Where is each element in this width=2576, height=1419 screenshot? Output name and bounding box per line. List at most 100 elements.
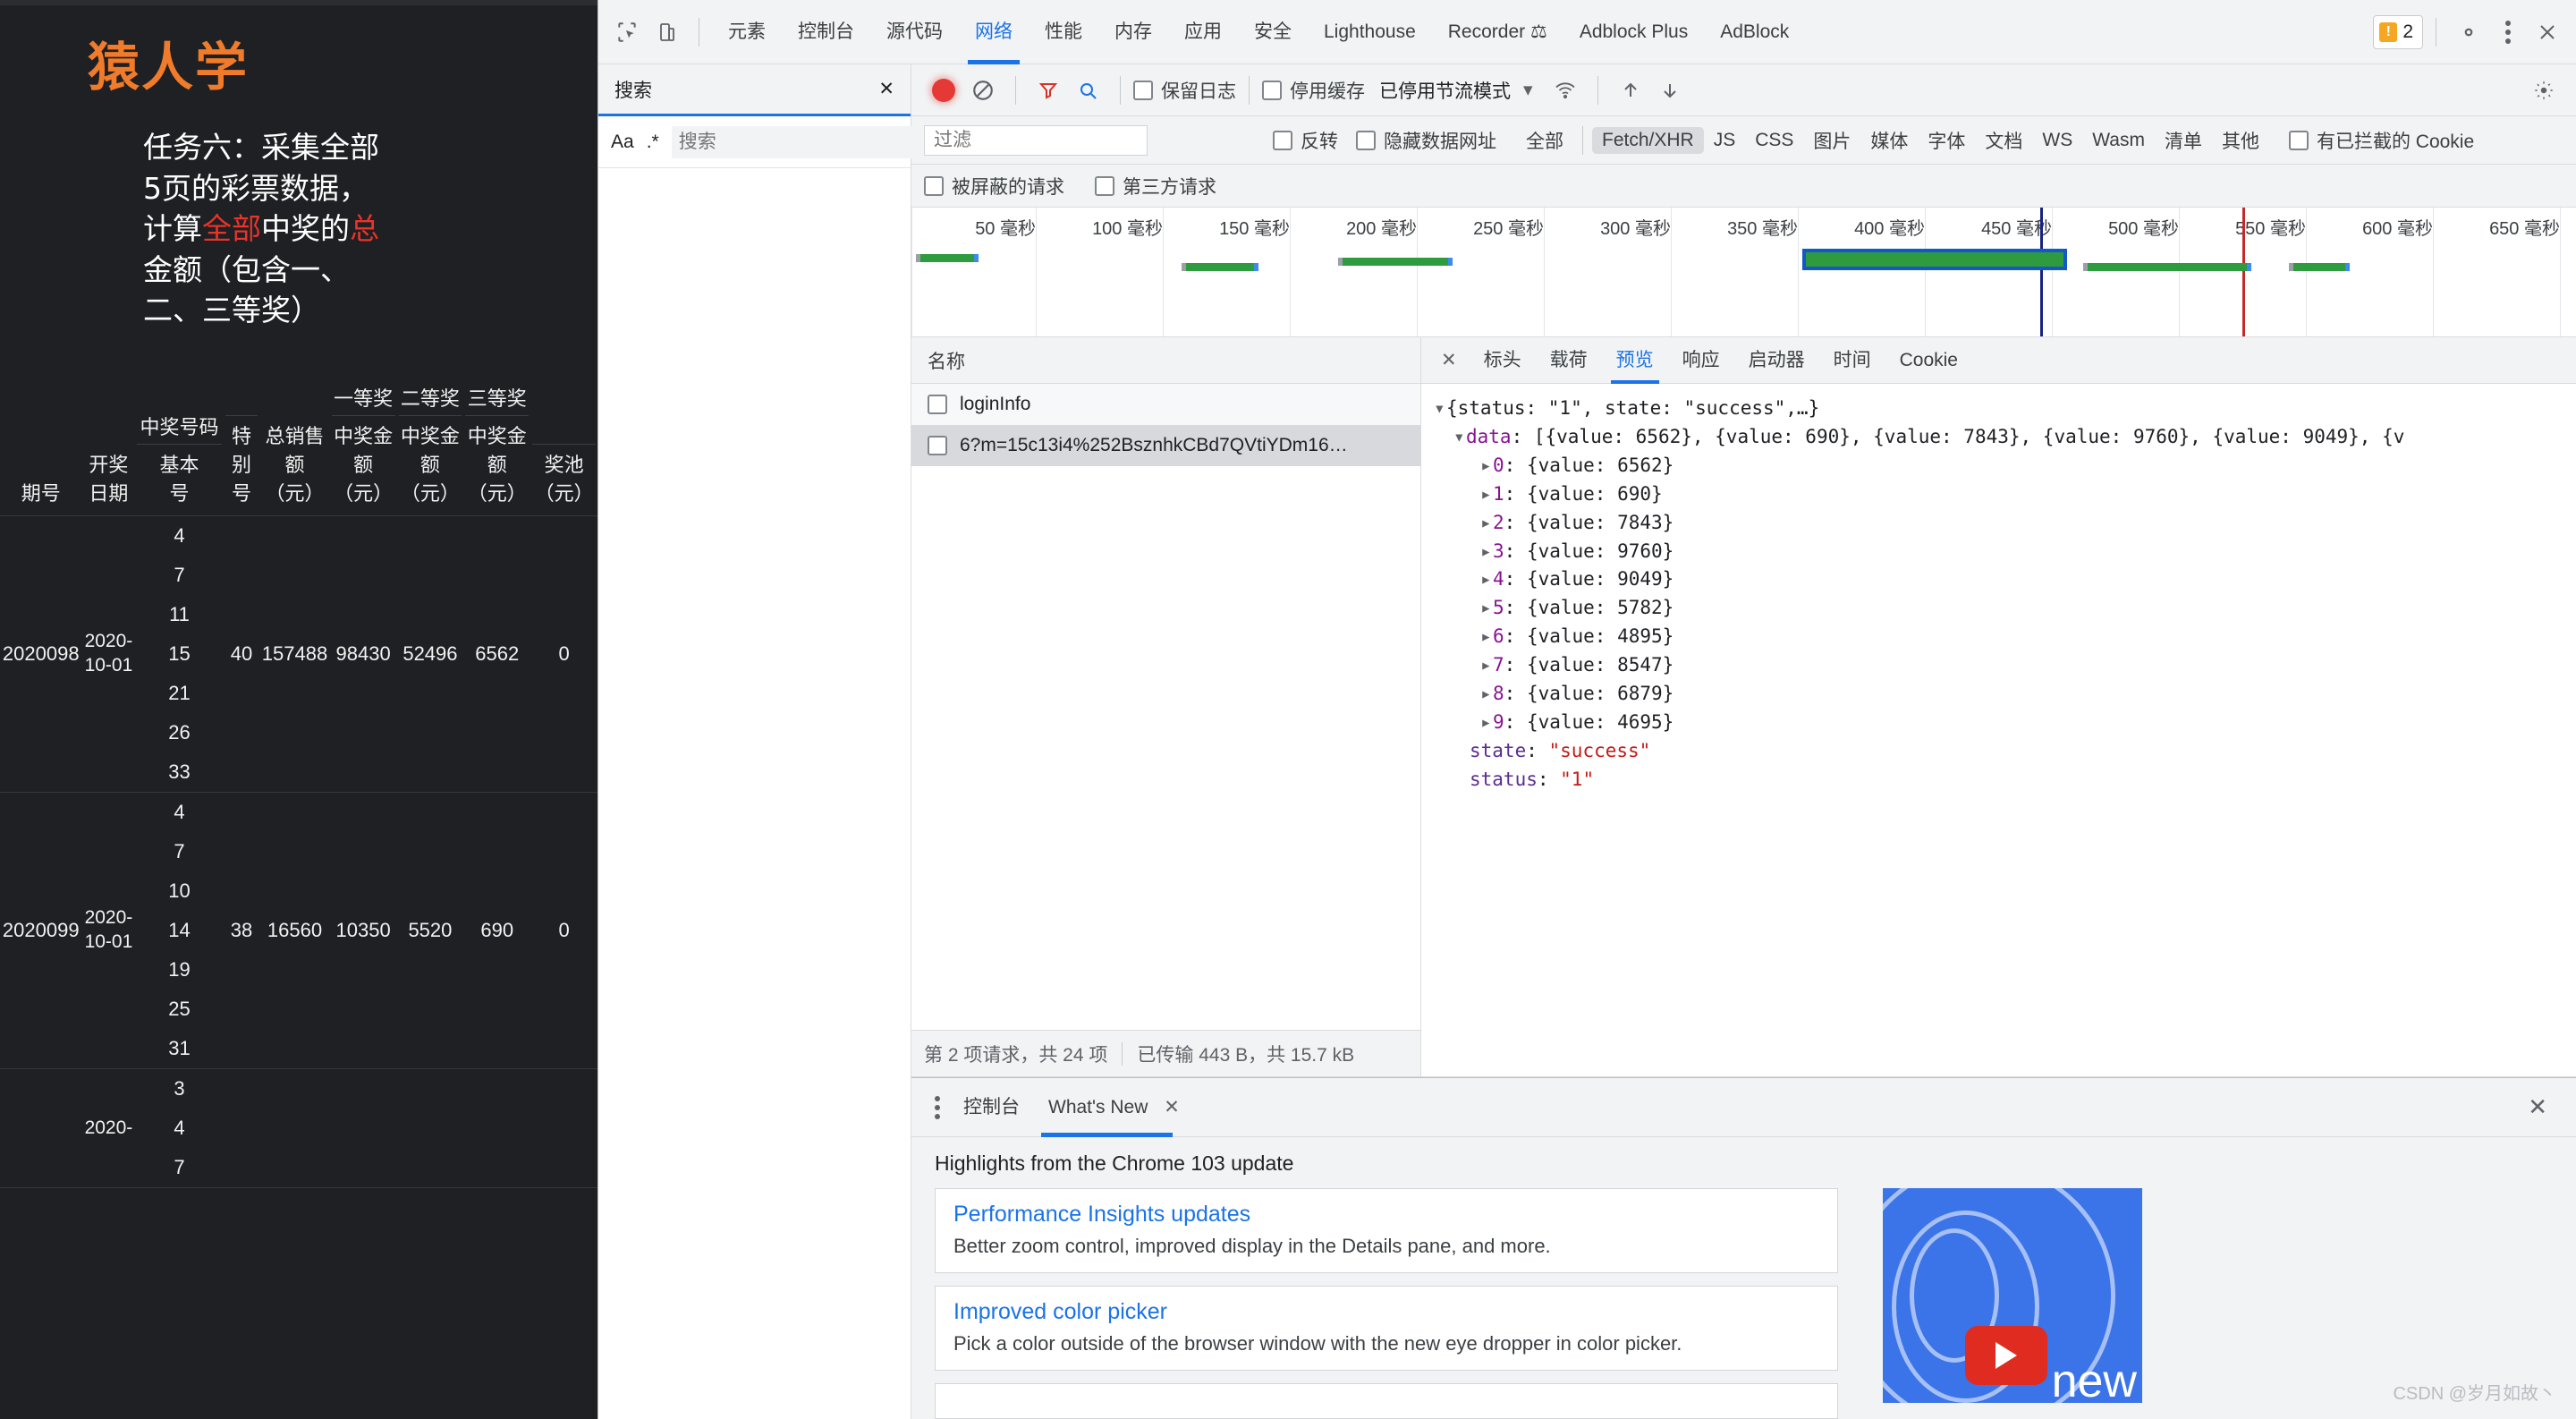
whats-new-card[interactable]: Performance Insights updates Better zoom… <box>935 1188 1838 1273</box>
tab-application[interactable]: 应用 <box>1168 0 1238 64</box>
subtab-timing[interactable]: 时间 <box>1819 337 1885 384</box>
json-array-item[interactable]: 0: {value: 6562} <box>1434 452 2576 480</box>
invert-checkbox[interactable]: 反转 <box>1273 127 1338 154</box>
filter-type-img[interactable]: 图片 <box>1803 124 1860 157</box>
filter-type-css[interactable]: CSS <box>1745 127 1803 154</box>
match-case-icon[interactable]: Aa <box>611 132 634 153</box>
play-button-icon[interactable] <box>1965 1326 2047 1385</box>
network-overview-timeline[interactable]: 50 毫秒 100 毫秒 150 毫秒 200 毫秒 250 毫秒 300 毫秒… <box>911 208 2576 337</box>
import-har-icon[interactable] <box>1611 71 1650 110</box>
filter-type-doc[interactable]: 文档 <box>1975 124 2032 157</box>
whats-new-card[interactable] <box>935 1383 1838 1419</box>
preserve-log-checkbox[interactable]: 保留日志 <box>1133 77 1236 104</box>
filter-type-media[interactable]: 媒体 <box>1860 124 1918 157</box>
disable-cache-checkbox[interactable]: 停用缓存 <box>1262 77 1365 104</box>
tab-performance[interactable]: 性能 <box>1029 0 1098 64</box>
record-button[interactable] <box>924 71 963 110</box>
inspect-element-icon[interactable] <box>607 13 647 52</box>
whats-new-video-thumbnail[interactable]: new <box>1883 1188 2142 1403</box>
tab-recorder[interactable]: Recorder ⚖ <box>1432 0 1563 64</box>
third-party-checkbox[interactable]: 第三方请求 <box>1095 173 1216 200</box>
json-array-item[interactable]: 1: {value: 690} <box>1434 480 2576 509</box>
drawer-tab-whats-new[interactable]: What's New ✕ <box>1034 1078 1194 1137</box>
subtab-response[interactable]: 响应 <box>1668 337 1734 384</box>
tab-memory[interactable]: 内存 <box>1098 0 1168 64</box>
search-input[interactable] <box>672 126 928 158</box>
json-root-line[interactable]: {status: "1", state: "success",…} <box>1434 395 2576 423</box>
json-array-item[interactable]: 5: {value: 5782} <box>1434 594 2576 623</box>
filter-type-js[interactable]: JS <box>1704 127 1746 154</box>
card-title[interactable]: Improved color picker <box>953 1299 1819 1325</box>
subtab-cookies[interactable]: Cookie <box>1885 337 1972 384</box>
json-data-line[interactable]: data: [{value: 6562}, {value: 690}, {val… <box>1434 423 2576 452</box>
drawer-more-icon[interactable] <box>926 1096 949 1119</box>
drawer-tab-close-icon[interactable]: ✕ <box>1164 1097 1180 1117</box>
throttling-label[interactable]: 已停用节流模式 <box>1379 77 1511 104</box>
subtab-preview[interactable]: 预览 <box>1602 337 1668 384</box>
filter-input[interactable] <box>924 125 1148 156</box>
filter-type-other[interactable]: 其他 <box>2212 124 2269 157</box>
tab-security[interactable]: 安全 <box>1238 0 1308 64</box>
preview-json-tree[interactable]: {status: "1", state: "success",…} data: … <box>1421 384 2576 1076</box>
expand-triangle-icon[interactable] <box>1480 480 1493 509</box>
expand-triangle-icon[interactable] <box>1480 565 1493 594</box>
filter-type-wasm[interactable]: Wasm <box>2082 127 2155 154</box>
whats-new-card[interactable]: Improved color picker Pick a color outsi… <box>935 1286 1838 1371</box>
more-vertical-icon[interactable] <box>2488 13 2528 52</box>
expand-triangle-icon[interactable] <box>1480 452 1493 480</box>
json-array-item[interactable]: 4: {value: 9049} <box>1434 565 2576 594</box>
expand-triangle-icon[interactable] <box>1480 709 1493 737</box>
clear-button[interactable] <box>963 71 1003 110</box>
close-icon[interactable] <box>2528 13 2567 52</box>
tab-lighthouse[interactable]: Lighthouse <box>1308 0 1432 64</box>
tab-adblock[interactable]: AdBlock <box>1704 0 1805 64</box>
tab-console[interactable]: 控制台 <box>782 0 870 64</box>
expand-triangle-icon[interactable] <box>1480 623 1493 651</box>
expand-triangle-icon[interactable] <box>1434 395 1446 423</box>
search-panel-close-icon[interactable]: ✕ <box>878 78 894 100</box>
export-har-icon[interactable] <box>1650 71 1690 110</box>
column-header-name[interactable]: 名称 <box>928 347 965 374</box>
device-toolbar-icon[interactable] <box>647 13 686 52</box>
tab-network[interactable]: 网络 <box>959 0 1029 64</box>
detail-close-icon[interactable]: ✕ <box>1428 337 1470 384</box>
hide-data-urls-checkbox[interactable]: 隐藏数据网址 <box>1356 127 1496 154</box>
json-array-item[interactable]: 2: {value: 7843} <box>1434 509 2576 538</box>
drawer-tab-console[interactable]: 控制台 <box>949 1078 1034 1137</box>
expand-triangle-icon[interactable] <box>1480 651 1493 680</box>
expand-triangle-icon[interactable] <box>1453 423 1466 452</box>
tab-sources[interactable]: 源代码 <box>870 0 959 64</box>
chevron-down-icon[interactable]: ▾ <box>1523 79 1533 101</box>
issues-badge[interactable]: 2 <box>2373 15 2423 49</box>
json-array-item[interactable]: 3: {value: 9760} <box>1434 538 2576 566</box>
list-item[interactable]: 6?m=15c13i4%252BsznhkCBd7QVtiYDm16… <box>911 425 1420 466</box>
json-array-item[interactable]: 7: {value: 8547} <box>1434 651 2576 680</box>
expand-triangle-icon[interactable] <box>1480 594 1493 623</box>
filter-icon[interactable] <box>1029 71 1068 110</box>
filter-type-ws[interactable]: WS <box>2032 127 2082 154</box>
json-array-item[interactable]: 6: {value: 4895} <box>1434 623 2576 651</box>
list-item[interactable]: loginInfo <box>911 384 1420 425</box>
filter-type-all[interactable]: 全部 <box>1516 124 1573 157</box>
subtab-initiator[interactable]: 启动器 <box>1734 337 1819 384</box>
network-settings-icon[interactable] <box>2524 71 2563 110</box>
regex-icon[interactable]: .* <box>647 132 659 153</box>
tab-elements[interactable]: 元素 <box>712 0 782 64</box>
expand-triangle-icon[interactable] <box>1480 538 1493 566</box>
filter-type-font[interactable]: 字体 <box>1918 124 1975 157</box>
expand-triangle-icon[interactable] <box>1480 680 1493 709</box>
expand-triangle-icon[interactable] <box>1480 509 1493 538</box>
network-conditions-icon[interactable] <box>1546 71 1585 110</box>
drawer-close-icon[interactable]: ✕ <box>2513 1093 2562 1121</box>
card-title[interactable]: Performance Insights updates <box>953 1202 1819 1228</box>
search-icon[interactable] <box>1068 71 1107 110</box>
subtab-payload[interactable]: 载荷 <box>1536 337 1602 384</box>
gear-icon[interactable] <box>2449 13 2488 52</box>
json-array-item[interactable]: 9: {value: 4695} <box>1434 709 2576 737</box>
tab-adblock-plus[interactable]: Adblock Plus <box>1563 0 1704 64</box>
blocked-requests-checkbox[interactable]: 被屏蔽的请求 <box>924 173 1064 200</box>
filter-type-manifest[interactable]: 清单 <box>2155 124 2212 157</box>
json-array-item[interactable]: 8: {value: 6879} <box>1434 680 2576 709</box>
filter-type-fetch-xhr[interactable]: Fetch/XHR <box>1592 127 1704 154</box>
subtab-headers[interactable]: 标头 <box>1470 337 1536 384</box>
